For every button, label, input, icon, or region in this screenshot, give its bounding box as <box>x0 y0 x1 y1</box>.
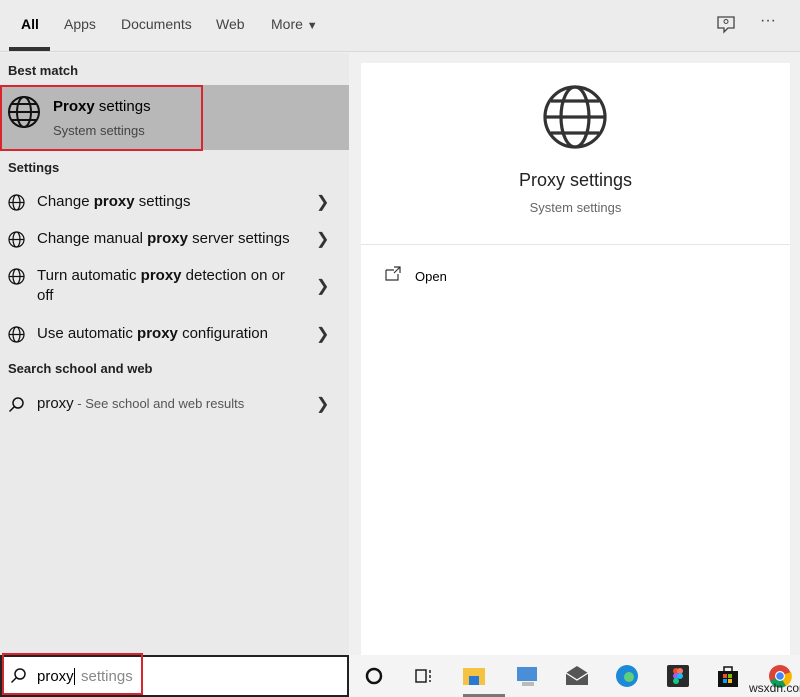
task-view-icon[interactable] <box>411 663 437 689</box>
search-tabs-bar: All Apps Documents Web More ▼ ··· <box>0 0 800 52</box>
open-action[interactable]: Open <box>385 266 485 286</box>
item-text: server settings <box>188 230 290 247</box>
settings-item[interactable]: Change proxy settings ❯ <box>0 192 349 212</box>
search-autocomplete: settings <box>81 668 133 685</box>
web-search-item[interactable]: proxy - See school and web results ❯ <box>0 394 349 414</box>
settings-item[interactable]: Turn automatic proxy detection on or off… <box>0 266 349 306</box>
web-suffix: - See school and web results <box>74 396 245 411</box>
chevron-right-icon[interactable]: ❯ <box>316 276 329 296</box>
watermark: wsxdn.com <box>749 681 800 695</box>
tab-more-label: More <box>271 16 303 32</box>
globe-icon <box>8 231 25 248</box>
item-bold: proxy <box>147 230 188 247</box>
open-icon <box>385 266 401 282</box>
more-options-icon[interactable]: ··· <box>760 12 776 30</box>
file-explorer-icon[interactable] <box>461 663 487 689</box>
globe-icon <box>8 268 25 285</box>
tab-more[interactable]: More ▼ <box>271 16 318 32</box>
feedback-icon[interactable] <box>716 15 736 35</box>
item-text: Turn automatic <box>37 267 141 284</box>
results-panel: Best match Proxy settings System setting… <box>0 53 349 655</box>
tab-apps[interactable]: Apps <box>64 16 96 32</box>
item-text: Change <box>37 193 94 210</box>
section-web: Search school and web <box>8 361 153 376</box>
search-icon <box>8 396 25 413</box>
tab-web[interactable]: Web <box>216 16 245 32</box>
preview-title: Proxy settings <box>361 170 790 191</box>
chevron-right-icon[interactable]: ❯ <box>316 324 329 344</box>
best-match-item[interactable]: Proxy settings System settings <box>0 85 349 150</box>
active-tab-indicator <box>9 47 50 51</box>
tab-all[interactable]: All <box>21 16 39 32</box>
chevron-right-icon[interactable]: ❯ <box>316 229 329 249</box>
chevron-right-icon[interactable]: ❯ <box>316 394 329 414</box>
item-text: Change manual <box>37 230 147 247</box>
item-bold: proxy <box>141 267 182 284</box>
globe-icon <box>541 83 609 151</box>
globe-icon <box>7 95 41 129</box>
web-query: proxy <box>37 395 74 412</box>
settings-item[interactable]: Use automatic proxy configuration ❯ <box>0 324 349 344</box>
globe-icon <box>8 326 25 343</box>
best-match-title-rest: settings <box>95 98 151 115</box>
item-bold: proxy <box>137 325 178 342</box>
cortana-icon[interactable] <box>361 663 387 689</box>
edge-icon[interactable] <box>614 663 640 689</box>
open-label: Open <box>415 269 447 284</box>
figma-icon[interactable] <box>665 663 691 689</box>
preview-panel: Proxy settings System settings Open <box>349 53 800 655</box>
preview-card: Proxy settings System settings Open <box>361 63 790 655</box>
tab-documents[interactable]: Documents <box>121 16 192 32</box>
item-text: Use automatic <box>37 325 137 342</box>
globe-icon <box>8 194 25 211</box>
item-bold: proxy <box>94 193 135 210</box>
search-input-value[interactable]: proxy <box>37 668 75 685</box>
best-match-subtitle: System settings <box>53 123 145 138</box>
best-match-title-bold: Proxy <box>53 98 95 115</box>
settings-item[interactable]: Change manual proxy server settings ❯ <box>0 229 349 249</box>
taskbar: wsxdn.com <box>349 655 800 697</box>
mail-icon[interactable] <box>564 663 590 689</box>
store-icon[interactable] <box>715 663 741 689</box>
chevron-right-icon[interactable]: ❯ <box>316 192 329 212</box>
item-text: configuration <box>178 325 268 342</box>
divider <box>361 244 790 245</box>
item-text: settings <box>135 193 191 210</box>
preview-subtitle: System settings <box>361 200 790 215</box>
caret-down-icon: ▼ <box>307 20 318 32</box>
network-app-icon[interactable] <box>514 663 540 689</box>
search-box[interactable]: proxy settings <box>0 655 349 697</box>
section-best-match: Best match <box>8 63 78 78</box>
section-settings: Settings <box>8 160 59 175</box>
